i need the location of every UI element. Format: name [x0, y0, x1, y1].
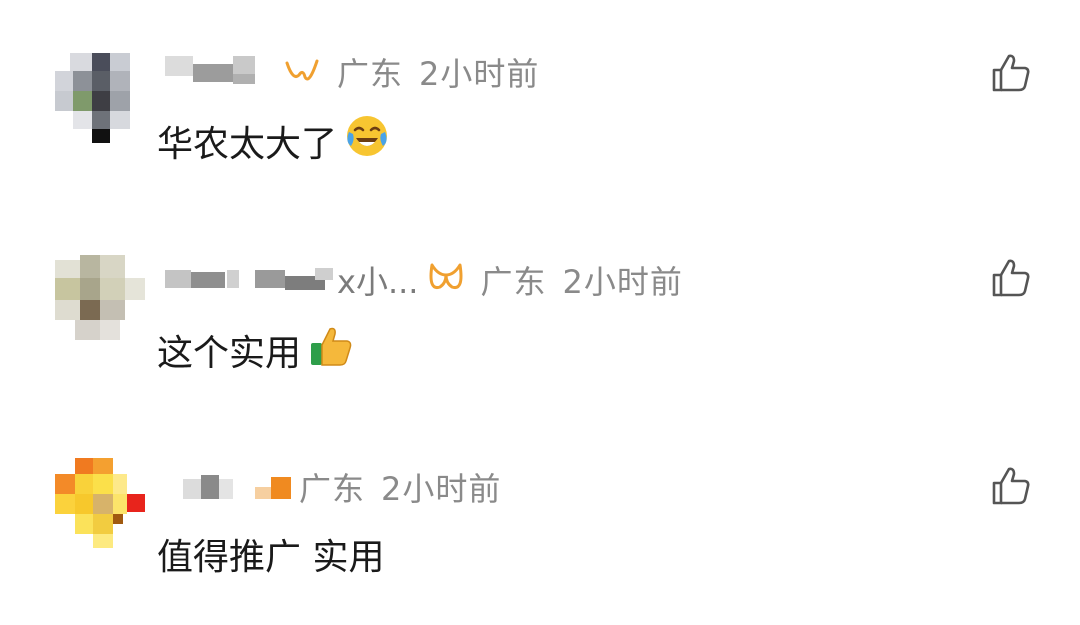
- thumbs-up-outline-icon: [992, 259, 1030, 297]
- username-redacted[interactable]: [155, 50, 275, 94]
- comment-meta: x小... 广东 2小时前: [155, 258, 683, 302]
- comment-location: 广东: [299, 470, 366, 508]
- like-button[interactable]: [990, 257, 1032, 299]
- avatar-pixelated-image: [55, 458, 145, 548]
- comment-item: 广东 2小时前 华农太大了: [0, 0, 1080, 190]
- comment-time: 2小时前: [419, 55, 540, 93]
- username-redacted[interactable]: [155, 465, 295, 509]
- avatar[interactable]: [55, 255, 145, 345]
- like-button[interactable]: [990, 52, 1032, 94]
- username-redacted[interactable]: [155, 258, 335, 302]
- comment-body: 华农太大了: [157, 123, 338, 165]
- comment-location: 广东: [480, 263, 547, 301]
- face-with-tears-of-joy-icon: [345, 114, 389, 167]
- thumbs-up-icon: [309, 323, 353, 376]
- comment-location: 广东: [337, 55, 404, 93]
- vip-badge-icon: [426, 261, 466, 299]
- comment-text: 华农太大了: [157, 114, 389, 167]
- comment-time: 2小时前: [381, 470, 502, 508]
- avatar-pixelated-image: [55, 255, 145, 345]
- comment-item: 广东 2小时前 值得推广 实用: [0, 410, 1080, 600]
- avatar-pixelated-image: [55, 53, 145, 143]
- comment-body: 这个实用: [157, 332, 302, 374]
- avatar[interactable]: [55, 458, 145, 548]
- vip-badge-icon: [283, 55, 323, 89]
- avatar[interactable]: [55, 53, 145, 143]
- thumbs-up-outline-icon: [992, 54, 1030, 92]
- comment-time: 2小时前: [562, 263, 683, 301]
- comment-meta: 广东 2小时前: [155, 50, 539, 94]
- thumbs-up-outline-icon: [992, 467, 1030, 505]
- like-button[interactable]: [990, 465, 1032, 507]
- comment-item: x小... 广东 2小时前 这个实用: [0, 205, 1080, 395]
- comment-text: 值得推广 实用: [157, 528, 384, 580]
- comment-meta: 广东 2小时前: [155, 465, 501, 509]
- username-visible-tail[interactable]: x小...: [337, 257, 418, 303]
- comment-body: 值得推广 实用: [157, 537, 385, 578]
- comment-text: 这个实用: [157, 323, 353, 376]
